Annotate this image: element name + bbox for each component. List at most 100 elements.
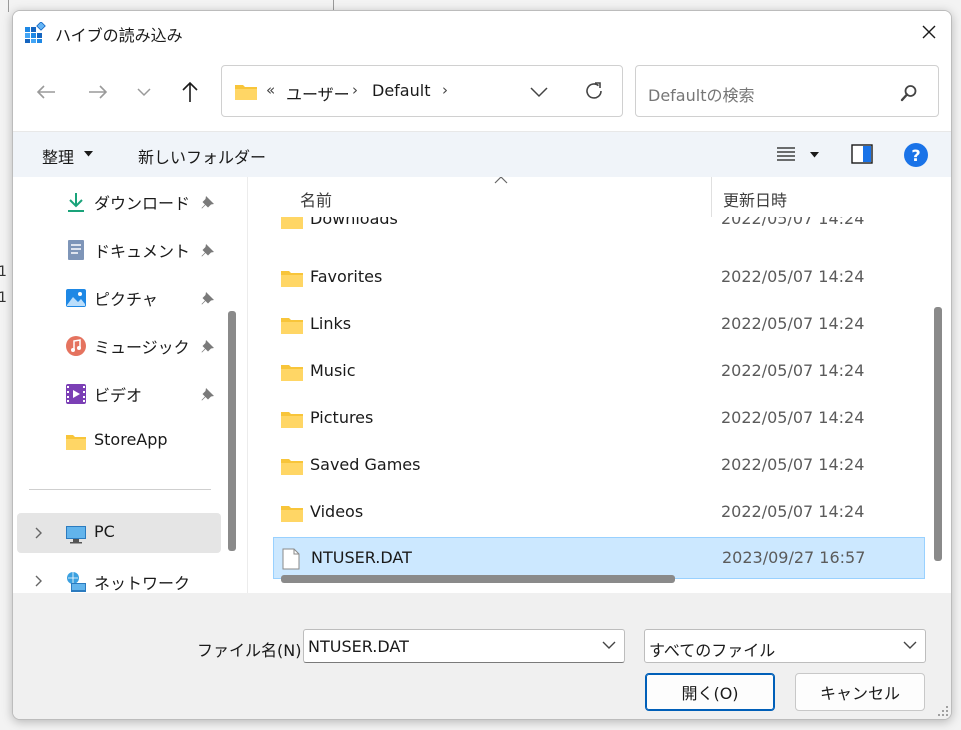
pin-icon[interactable] <box>201 387 215 401</box>
chevron-right-icon[interactable] <box>35 527 43 539</box>
pane-divider[interactable] <box>247 177 248 593</box>
close-button[interactable] <box>905 11 951 53</box>
vertical-scrollbar[interactable] <box>934 307 942 561</box>
file-name: Saved Games <box>310 455 421 474</box>
chevron-down-icon[interactable] <box>530 86 548 98</box>
folder-icon <box>235 85 257 100</box>
navigation-pane: ダウンロード ドキュメント ピクチャ ミュージック ビデオ StoreApp P… <box>13 177 247 593</box>
recent-locations-button[interactable] <box>127 75 161 109</box>
organize-button[interactable]: 整理 <box>42 144 74 168</box>
document-icon <box>68 240 84 260</box>
picture-icon <box>66 289 86 307</box>
nav-item-network[interactable]: ネットワーク <box>17 561 221 593</box>
load-hive-dialog: ハイブの読み込み « ユーザー › Default › Defaultの検索 整… <box>12 10 952 720</box>
help-icon[interactable]: ? <box>903 142 929 168</box>
address-bar[interactable]: « ユーザー › Default › <box>221 65 623 117</box>
nav-item-documents[interactable]: ドキュメント <box>17 229 221 269</box>
filename-value[interactable]: NTUSER.DAT <box>308 637 409 656</box>
nav-item-pictures[interactable]: ピクチャ <box>17 277 221 317</box>
address-separator[interactable]: › <box>352 81 358 99</box>
file-name: Videos <box>310 502 364 521</box>
arrow-left-icon <box>36 85 55 99</box>
close-icon <box>922 25 936 39</box>
pin-icon[interactable] <box>201 291 215 305</box>
column-date-modified[interactable]: 更新日時 <box>723 187 787 211</box>
nav-item-downloads[interactable]: ダウンロード <box>17 181 221 221</box>
file-date: 2022/05/07 14:24 <box>721 455 865 474</box>
file-type-select[interactable]: すべてのファイル <box>644 629 926 663</box>
dropdown-arrow-icon[interactable] <box>84 151 93 157</box>
file-name: Music <box>310 361 356 380</box>
folder-icon <box>281 459 303 475</box>
file-date: 2022/05/07 14:24 <box>721 502 865 521</box>
pin-icon[interactable] <box>201 339 215 353</box>
search-box[interactable]: Defaultの検索 <box>635 65 939 117</box>
file-date: 2023/09/27 16:57 <box>722 548 866 567</box>
file-row[interactable]: Favorites 2022/05/07 14:24 <box>273 257 925 299</box>
pc-icon <box>66 526 86 544</box>
nav-item-label: ダウンロード <box>94 194 191 213</box>
filename-input[interactable]: NTUSER.DAT <box>303 629 625 663</box>
folder-icon <box>281 412 303 428</box>
file-row[interactable]: Links 2022/05/07 14:24 <box>273 304 925 346</box>
nav-item-storeapp[interactable]: StoreApp <box>17 421 221 461</box>
music-icon <box>66 336 86 356</box>
nav-item-videos[interactable]: ビデオ <box>17 373 221 413</box>
nav-item-pc[interactable]: PC <box>17 513 221 553</box>
column-divider[interactable] <box>711 177 712 217</box>
dropdown-arrow-icon[interactable] <box>810 152 819 158</box>
file-date: 2022/05/07 14:24 <box>721 314 865 333</box>
file-name: Pictures <box>310 408 374 427</box>
nav-item-music[interactable]: ミュージック <box>17 325 221 365</box>
file-type-value[interactable]: すべてのファイル <box>649 637 775 661</box>
nav-item-label: ビデオ <box>94 386 143 405</box>
svg-text:?: ? <box>911 146 920 165</box>
chevron-right-icon[interactable] <box>35 575 43 587</box>
network-icon <box>67 572 86 592</box>
preview-pane-icon[interactable] <box>851 144 873 164</box>
new-folder-button[interactable]: 新しいフォルダー <box>138 144 266 168</box>
folder-icon <box>281 506 303 522</box>
filename-label: ファイル名(N): <box>197 641 307 660</box>
background-text: 1 <box>0 264 7 280</box>
pin-icon[interactable] <box>201 243 215 257</box>
refresh-icon[interactable] <box>583 80 605 102</box>
title-bar: ハイブの読み込み <box>13 11 951 55</box>
search-input[interactable]: Defaultの検索 <box>648 82 754 106</box>
address-segment-users[interactable]: ユーザー <box>286 81 350 105</box>
file-date: 2022/05/07 14:24 <box>721 408 865 427</box>
video-icon <box>66 384 86 404</box>
address-segment-default[interactable]: Default <box>372 81 430 100</box>
open-button[interactable]: 開く(O) <box>645 673 775 711</box>
nav-item-label: StoreApp <box>94 430 168 449</box>
back-button[interactable] <box>29 75 63 109</box>
file-date: 2022/05/07 14:24 <box>721 267 865 286</box>
file-name: NTUSER.DAT <box>311 548 412 567</box>
up-button[interactable] <box>173 75 207 109</box>
search-icon[interactable] <box>900 84 918 102</box>
chevron-down-icon[interactable] <box>602 641 616 650</box>
sort-ascending-icon <box>494 177 508 184</box>
column-header: 名前 更新日時 <box>253 177 933 217</box>
forward-button[interactable] <box>81 75 115 109</box>
file-row[interactable]: Videos 2022/05/07 14:24 <box>273 492 925 534</box>
navigation-bar: « ユーザー › Default › Defaultの検索 <box>13 55 951 131</box>
cancel-button[interactable]: キャンセル <box>795 673 925 711</box>
address-separator[interactable]: › <box>442 81 448 99</box>
file-row[interactable]: Saved Games 2022/05/07 14:24 <box>273 445 925 487</box>
nav-pane-scrollbar[interactable] <box>228 311 236 551</box>
chevron-down-icon[interactable] <box>903 641 917 650</box>
file-row-selected[interactable]: NTUSER.DAT 2023/09/27 16:57 <box>273 537 925 579</box>
view-list-icon[interactable] <box>776 146 796 162</box>
pin-icon[interactable] <box>201 195 215 209</box>
dialog-footer: ファイル名(N): NTUSER.DAT すべてのファイル 開く(O) キャンセ… <box>13 593 951 719</box>
folder-icon <box>281 365 303 381</box>
address-overflow[interactable]: « <box>266 81 275 99</box>
file-row[interactable]: Music 2022/05/07 14:24 <box>273 351 925 393</box>
file-row[interactable]: Pictures 2022/05/07 14:24 <box>273 398 925 440</box>
nav-item-label: ミュージック <box>94 338 190 357</box>
horizontal-scrollbar[interactable] <box>281 575 675 583</box>
resize-grip-icon[interactable] <box>937 705 949 717</box>
column-name[interactable]: 名前 <box>300 187 332 211</box>
file-icon <box>282 548 300 570</box>
